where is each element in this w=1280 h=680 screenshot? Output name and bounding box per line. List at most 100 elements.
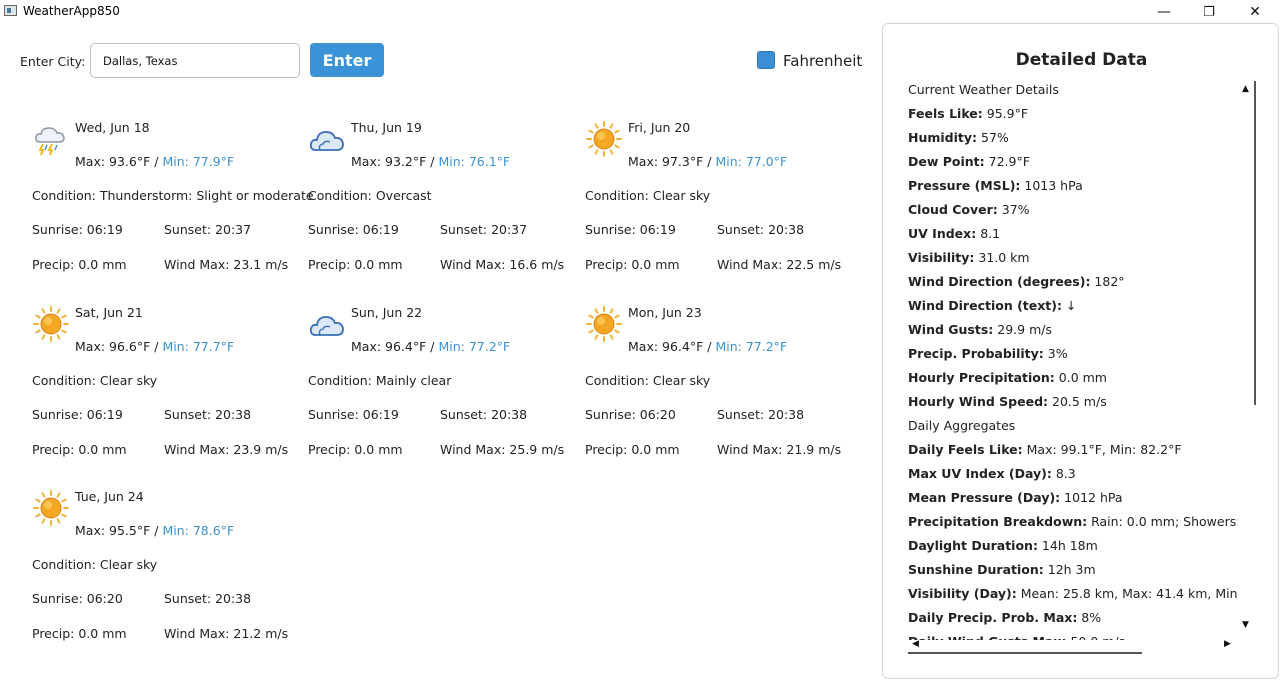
forecast-sunset: Sunset: 20:38: [717, 222, 805, 237]
detail-label: Wind Direction (text):: [908, 298, 1062, 313]
forecast-condition: Condition: Clear sky: [585, 188, 711, 203]
detail-value: 8.1: [976, 226, 1001, 241]
temp-separator: /: [150, 339, 163, 354]
forecast-day-card: Wed, Jun 18 Max: 93.6°F / Min: 77.9°F Co…: [32, 120, 314, 300]
detail-label: UV Index:: [908, 226, 977, 241]
detail-row: Daily Precip. Prob. Max: 8%: [908, 606, 1238, 630]
detail-value: Mean: 25.8 km, Max: 41.4 km, Min: 15.: [1020, 586, 1238, 601]
daily-aggregates-header: Daily Aggregates: [908, 418, 1016, 433]
forecast-wind-max: Wind Max: 23.1 m/s: [164, 257, 289, 272]
detail-row: Daily Feels Like: Max: 99.1°F, Min: 82.2…: [908, 438, 1238, 462]
detail-label: Daily Feels Like:: [908, 442, 1023, 457]
forecast-sunrise: Sunrise: 06:19: [308, 407, 399, 422]
maximize-button[interactable]: ❐: [1186, 0, 1232, 24]
forecast-condition: Condition: Clear sky: [585, 373, 711, 388]
detail-value: Max: 99.1°F, Min: 82.2°F: [1022, 442, 1182, 457]
sun-icon: [32, 305, 70, 343]
forecast-day-card: Tue, Jun 24 Max: 95.5°F / Min: 78.6°F Co…: [32, 489, 302, 669]
detail-label: Pressure (MSL):: [908, 178, 1021, 193]
max-temp: Max: 97.3°F: [628, 154, 704, 169]
forecast-sunset: Sunset: 20:37: [164, 222, 252, 237]
detail-row: Precipitation Breakdown: Rain: 0.0 mm; S…: [908, 510, 1238, 534]
forecast-precip: Precip: 0.0 mm: [308, 257, 403, 272]
max-temp: Max: 93.2°F: [351, 154, 427, 169]
detail-label: Dew Point:: [908, 154, 985, 169]
min-temp: Min: 76.1°F: [438, 154, 511, 169]
minimize-button[interactable]: —: [1141, 0, 1187, 24]
forecast-date: Sun, Jun 22: [351, 305, 423, 320]
detail-label: Wind Direction (degrees):: [908, 274, 1091, 289]
detail-value: 57%: [977, 130, 1009, 145]
detail-row: Precip. Probability: 3%: [908, 342, 1238, 366]
forecast-precip: Precip: 0.0 mm: [32, 626, 127, 641]
detail-label: Feels Like:: [908, 106, 983, 121]
detail-value: 20.5 m/s: [1048, 394, 1107, 409]
forecast-sunset: Sunset: 20:38: [717, 407, 805, 422]
forecast-temps: Max: 97.3°F / Min: 77.0°F: [628, 154, 787, 169]
forecast-precip: Precip: 0.0 mm: [308, 442, 403, 457]
detailed-data-panel: Detailed Data Current Weather Details Fe…: [882, 23, 1279, 679]
detail-label: Precip. Probability:: [908, 346, 1044, 361]
forecast-sunset: Sunset: 20:38: [164, 407, 252, 422]
scroll-down-arrow-icon[interactable]: ▼: [1242, 620, 1249, 630]
detail-value: 182°: [1090, 274, 1125, 289]
detail-label: Hourly Wind Speed:: [908, 394, 1049, 409]
forecast-wind-max: Wind Max: 16.6 m/s: [440, 257, 565, 272]
detail-label: Daylight Duration:: [908, 538, 1038, 553]
detail-row: Hourly Wind Speed: 20.5 m/s: [908, 390, 1238, 414]
temp-separator: /: [703, 154, 716, 169]
forecast-day-card: Sat, Jun 21 Max: 96.6°F / Min: 77.7°F Co…: [32, 305, 302, 485]
detail-value: 1012 hPa: [1060, 490, 1123, 505]
forecast-sunrise: Sunrise: 06:20: [32, 591, 123, 606]
detail-value: 37%: [997, 202, 1030, 217]
detail-label: Precipitation Breakdown:: [908, 514, 1088, 529]
sun-icon: [585, 120, 623, 158]
thunderstorm-icon: [32, 120, 70, 158]
detail-value: 8.3: [1051, 466, 1076, 481]
title-bar: WeatherApp850 — ❐ ✕: [0, 0, 1280, 24]
detail-label: Sunshine Duration:: [908, 562, 1044, 577]
enter-button[interactable]: Enter: [310, 43, 384, 77]
daily-aggregates-list: Daily Feels Like: Max: 99.1°F, Min: 82.2…: [908, 438, 1238, 640]
forecast-date: Mon, Jun 23: [628, 305, 702, 320]
forecast-sunset: Sunset: 20:38: [164, 591, 252, 606]
forecast-precip: Precip: 0.0 mm: [585, 442, 680, 457]
fahrenheit-checkbox[interactable]: [757, 51, 775, 69]
detail-label: Visibility:: [908, 250, 975, 265]
forecast-date: Fri, Jun 20: [628, 120, 691, 135]
vertical-scrollbar-thumb[interactable]: [1254, 81, 1256, 405]
vertical-scrollbar[interactable]: ▲ ▼: [1238, 81, 1256, 633]
forecast-sunrise: Sunrise: 06:20: [585, 407, 676, 422]
min-temp: Min: 77.2°F: [438, 339, 511, 354]
scroll-left-arrow-icon[interactable]: ◀: [912, 639, 919, 649]
detail-row: Visibility (Day): Mean: 25.8 km, Max: 41…: [908, 582, 1238, 606]
close-button[interactable]: ✕: [1232, 0, 1278, 24]
forecast-wind-max: Wind Max: 21.2 m/s: [164, 626, 289, 641]
overcast-cloud-icon: [308, 305, 346, 343]
temp-separator: /: [150, 154, 163, 169]
horizontal-scrollbar[interactable]: ◀ ▶: [908, 636, 1238, 654]
current-details-header: Current Weather Details: [908, 82, 1059, 97]
temp-separator: /: [150, 523, 163, 538]
detail-row: Wind Direction (text): ↓: [908, 294, 1238, 318]
min-temp: Min: 78.6°F: [162, 523, 235, 538]
forecast-condition: Condition: Thunderstorm: Slight or moder…: [32, 188, 314, 203]
detail-value: ↓: [1062, 298, 1077, 313]
detail-value: 1013 hPa: [1020, 178, 1083, 193]
detail-value: 0.0 mm: [1054, 370, 1107, 385]
window-title: WeatherApp850: [23, 4, 120, 18]
forecast-date: Thu, Jun 19: [351, 120, 422, 135]
scroll-up-arrow-icon[interactable]: ▲: [1242, 84, 1249, 94]
details-scroll-area[interactable]: Current Weather Details Feels Like: 95.9…: [908, 78, 1238, 640]
min-temp: Min: 77.9°F: [162, 154, 235, 169]
detail-row: Visibility: 31.0 km: [908, 246, 1238, 270]
forecast-precip: Precip: 0.0 mm: [32, 257, 127, 272]
detail-label: Max UV Index (Day):: [908, 466, 1052, 481]
forecast-condition: Condition: Clear sky: [32, 557, 158, 572]
scroll-right-arrow-icon[interactable]: ▶: [1224, 639, 1231, 649]
detail-row: Dew Point: 72.9°F: [908, 150, 1238, 174]
horizontal-scrollbar-thumb[interactable]: [908, 652, 1142, 654]
city-input[interactable]: [90, 43, 300, 78]
detail-row: UV Index: 8.1: [908, 222, 1238, 246]
forecast-day-card: Thu, Jun 19 Max: 93.2°F / Min: 76.1°F Co…: [308, 120, 578, 300]
